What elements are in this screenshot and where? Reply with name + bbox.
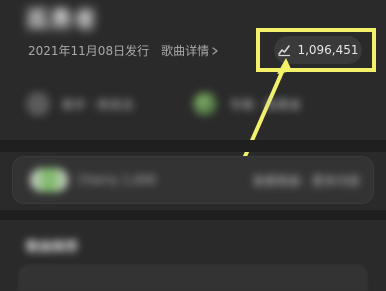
annotation-highlight-box — [256, 28, 376, 72]
artist-label[interactable]: 歌手 · 陈奕迅 — [62, 96, 133, 113]
song-details-link[interactable]: 歌曲详情 — [161, 42, 219, 59]
album-avatar[interactable] — [193, 92, 218, 116]
album-label[interactable]: 专辑 · 孤勇者 — [229, 96, 300, 113]
recommendations-title: 歌曲推荐 — [26, 240, 79, 255]
content-card[interactable]: Cherry 1,000 查看歌曲 · 更多内容 — [12, 156, 374, 204]
song-title: 孤勇者 — [26, 8, 99, 32]
song-detail-screen: 孤勇者 2021年11月08日发行 歌曲详情 1,096,451 歌手 · 陈奕… — [0, 0, 386, 291]
song-details-label: 歌曲详情 — [161, 43, 210, 58]
recommendations-block[interactable] — [18, 264, 368, 291]
content-card-right-text: 查看歌曲 · 更多内容 — [252, 173, 360, 188]
release-row: 2021年11月08日发行 歌曲详情 — [28, 40, 219, 60]
chevron-right-icon — [211, 46, 219, 55]
content-card-row: Cherry 1,000 查看歌曲 · 更多内容 — [30, 166, 360, 194]
artist-row: 歌手 · 陈奕迅 专辑 · 孤勇者 — [26, 90, 366, 118]
section-separator-2 — [0, 210, 386, 220]
content-thumbnail — [30, 168, 68, 192]
content-card-left-text: Cherry 1,000 — [78, 173, 157, 187]
artist-avatar[interactable] — [26, 92, 50, 116]
release-date-text: 2021年11月08日发行 — [28, 43, 150, 58]
section-separator — [0, 140, 386, 152]
